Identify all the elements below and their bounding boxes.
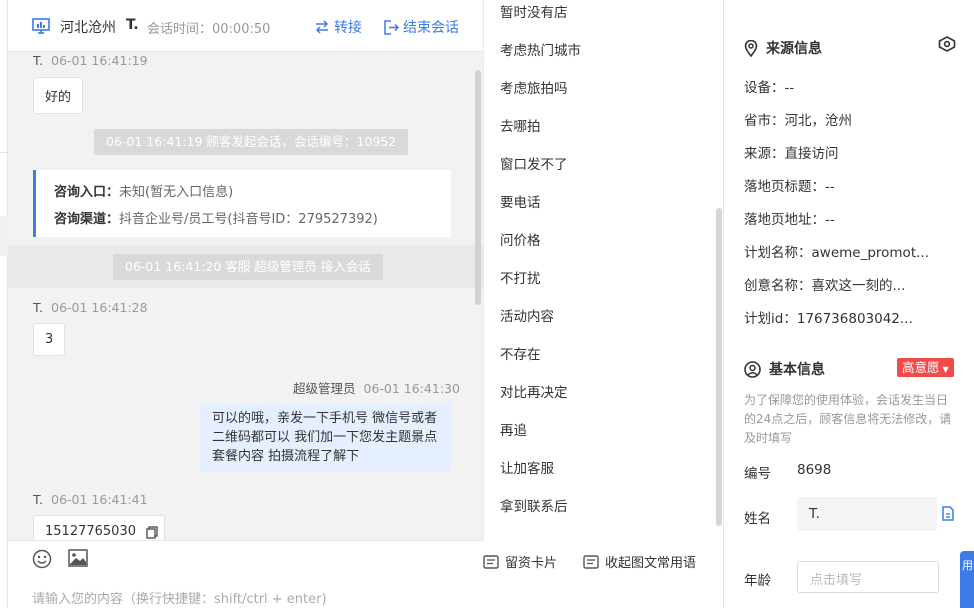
province-field: 省市：河北，沧州: [744, 113, 852, 129]
plan-name-field: 计划名称：aweme_promot...: [744, 245, 929, 261]
quick-phrase-item[interactable]: 让加客服: [500, 457, 554, 477]
basic-info-title: 基本信息: [744, 359, 825, 379]
consult-channel-value: 抖音企业号/员工号(抖音号ID：279527392): [119, 212, 378, 227]
age-input[interactable]: 点击填写: [797, 561, 939, 593]
copy-icon[interactable]: [941, 506, 955, 521]
age-label: 年龄: [744, 573, 771, 589]
visitor-name: T.: [126, 17, 139, 33]
edit-notice: 为了保障您的使用体验，会话发生当日的24点之后，顾客信息将无法修改，请及时填写: [744, 393, 952, 445]
eye-icon[interactable]: [938, 36, 956, 52]
message-time: 06-01 16:41:41: [51, 492, 148, 507]
agent-name: 超级管理员: [293, 381, 356, 396]
customer-info-panel: 来源信息 设备：-- 省市：河北，沧州 来源：直接访问 落地页标题：-- 落地页…: [723, 0, 974, 608]
visitor-message: 3: [33, 323, 66, 356]
intent-badge-label: 高意愿: [902, 360, 940, 375]
name-label: 姓名: [744, 511, 771, 527]
nav-divider: [0, 152, 8, 153]
composer-tools: 留资卡片 收起图文常用语: [483, 540, 723, 580]
message-time: 06-01 16:41:19: [51, 53, 148, 68]
lead-card-button[interactable]: 留资卡片: [483, 552, 557, 571]
agent-message: 可以的哦，亲发一下手机号 微信号或者二维码都可以 我们加一下您发主题景点套餐内容…: [200, 403, 451, 472]
quick-phrase-item[interactable]: 要电话: [500, 191, 541, 211]
image-icon[interactable]: [68, 549, 88, 567]
consult-channel-label: 咨询渠道：: [54, 212, 120, 227]
message-icon: [583, 554, 599, 569]
location-pin-icon: [744, 39, 758, 57]
message-meta: T. 06-01 16:41:19: [33, 53, 148, 68]
id-label: 编号: [744, 466, 771, 482]
origin-field: 来源：直接访问: [744, 146, 839, 162]
sender-name: T.: [33, 300, 44, 315]
end-session-label: 结束会话: [403, 20, 459, 36]
message-time: 06-01 16:41:28: [51, 300, 148, 315]
chat-panel: 河北沧州 T. 会话时间：00:00:50 转接 结束会话 T. 06-01 16…: [8, 0, 483, 608]
quick-phrase-item[interactable]: 不打扰: [500, 267, 541, 287]
name-field[interactable]: T.: [797, 497, 937, 531]
monitor-icon: [32, 18, 50, 34]
session-timer: 会话时间：00:00:50: [147, 22, 271, 37]
consult-entry-row: 咨询入口：未知(暂无入口信息): [54, 179, 433, 206]
visitor-message: 好的: [33, 77, 84, 114]
message-meta: 超级管理员 06-01 16:41:30: [293, 378, 460, 397]
consult-channel-row: 咨询渠道：抖音企业号/员工号(抖音号ID：279527392): [54, 206, 433, 233]
quick-phrase-item[interactable]: 再追: [500, 419, 527, 439]
landing-url-field: 落地页地址：--: [744, 212, 835, 228]
message-composer: 请输入您的内容（换行快捷键：shift/ctrl + enter): [8, 540, 483, 608]
collapse-phrases-label: 收起图文常用语: [605, 556, 697, 571]
quick-phrase-item[interactable]: 对比再决定: [500, 381, 568, 401]
exit-icon: [384, 19, 399, 35]
source-info-label: 来源信息: [766, 41, 822, 57]
quick-phrase-item[interactable]: 去哪拍: [500, 115, 541, 135]
plan-id-field: 计划id：176736803042...: [744, 311, 913, 327]
quick-phrase-item[interactable]: 拿到联系后: [500, 495, 568, 515]
id-value: 8698: [797, 462, 832, 478]
lead-card-label: 留资卡片: [505, 556, 558, 571]
side-tab[interactable]: 用: [960, 551, 974, 608]
emoji-icon[interactable]: [32, 549, 52, 569]
message-meta: T. 06-01 16:41:41: [33, 492, 148, 507]
consult-entry-value: 未知(暂无入口信息): [119, 185, 234, 200]
nav-highlight: [0, 216, 8, 256]
app-root: 河北沧州 T. 会话时间：00:00:50 转接 结束会话 T. 06-01 16…: [0, 0, 974, 608]
card-icon: [483, 554, 499, 569]
device-field: 设备：--: [744, 80, 795, 96]
landing-title-field: 落地页标题：--: [744, 179, 835, 195]
system-message: 06-01 16:41:20 客服 超级管理员 接入会话: [113, 254, 383, 280]
quick-phrase-item[interactable]: 考虑热门城市: [500, 39, 581, 59]
consult-entry-label: 咨询入口：: [54, 185, 120, 200]
consult-info-card: 咨询入口：未知(暂无入口信息) 咨询渠道：抖音企业号/员工号(抖音号ID：279…: [33, 170, 451, 237]
visitor-location: 河北沧州: [60, 20, 116, 36]
caret-down-icon: ▼: [942, 365, 949, 374]
message-input[interactable]: 请输入您的内容（换行快捷键：shift/ctrl + enter): [32, 588, 327, 607]
collapse-phrases-button[interactable]: 收起图文常用语: [583, 552, 696, 571]
quick-phrase-item[interactable]: 不存在: [500, 343, 541, 363]
quick-phrase-item[interactable]: 考虑旅拍吗: [500, 77, 568, 97]
transfer-label: 转接: [334, 20, 362, 36]
left-nav-strip: [0, 0, 8, 608]
quick-phrase-list: 暂时没有店 考虑热门城市 考虑旅拍吗 去哪拍 窗口发不了 要电话 问价格 不打扰…: [483, 0, 723, 540]
message-meta: T. 06-01 16:41:28: [33, 300, 148, 315]
quick-phrase-item[interactable]: 活动内容: [500, 305, 554, 325]
phrase-scrollbar[interactable]: [716, 208, 722, 526]
end-session-button[interactable]: 结束会话: [384, 17, 459, 37]
source-info-title: 来源信息: [744, 38, 822, 58]
quick-phrase-item[interactable]: 窗口发不了: [500, 153, 568, 173]
transfer-icon: [315, 20, 329, 34]
sender-name: T.: [33, 492, 44, 507]
quick-phrase-item[interactable]: 暂时没有店: [500, 1, 568, 21]
message-time: 06-01 16:41:30: [363, 381, 460, 396]
chat-scrollbar[interactable]: [475, 70, 481, 305]
phone-number: 15127765030: [45, 524, 136, 539]
transfer-button[interactable]: 转接: [314, 17, 362, 37]
quick-phrase-item[interactable]: 问价格: [500, 229, 541, 249]
system-message: 06-01 16:41:19 顾客发起会话，会话编号：10952: [94, 129, 409, 155]
user-icon: [744, 360, 761, 378]
chat-header: 河北沧州 T. 会话时间：00:00:50 转接 结束会话: [8, 0, 483, 52]
basic-info-label: 基本信息: [769, 362, 825, 378]
sender-name: T.: [33, 53, 44, 68]
creative-name-field: 创意名称：喜欢这一刻的...: [744, 278, 906, 294]
intent-badge[interactable]: 高意愿 ▼: [897, 358, 954, 377]
side-tab-label: 用: [962, 559, 973, 572]
copy-icon[interactable]: [146, 526, 158, 539]
